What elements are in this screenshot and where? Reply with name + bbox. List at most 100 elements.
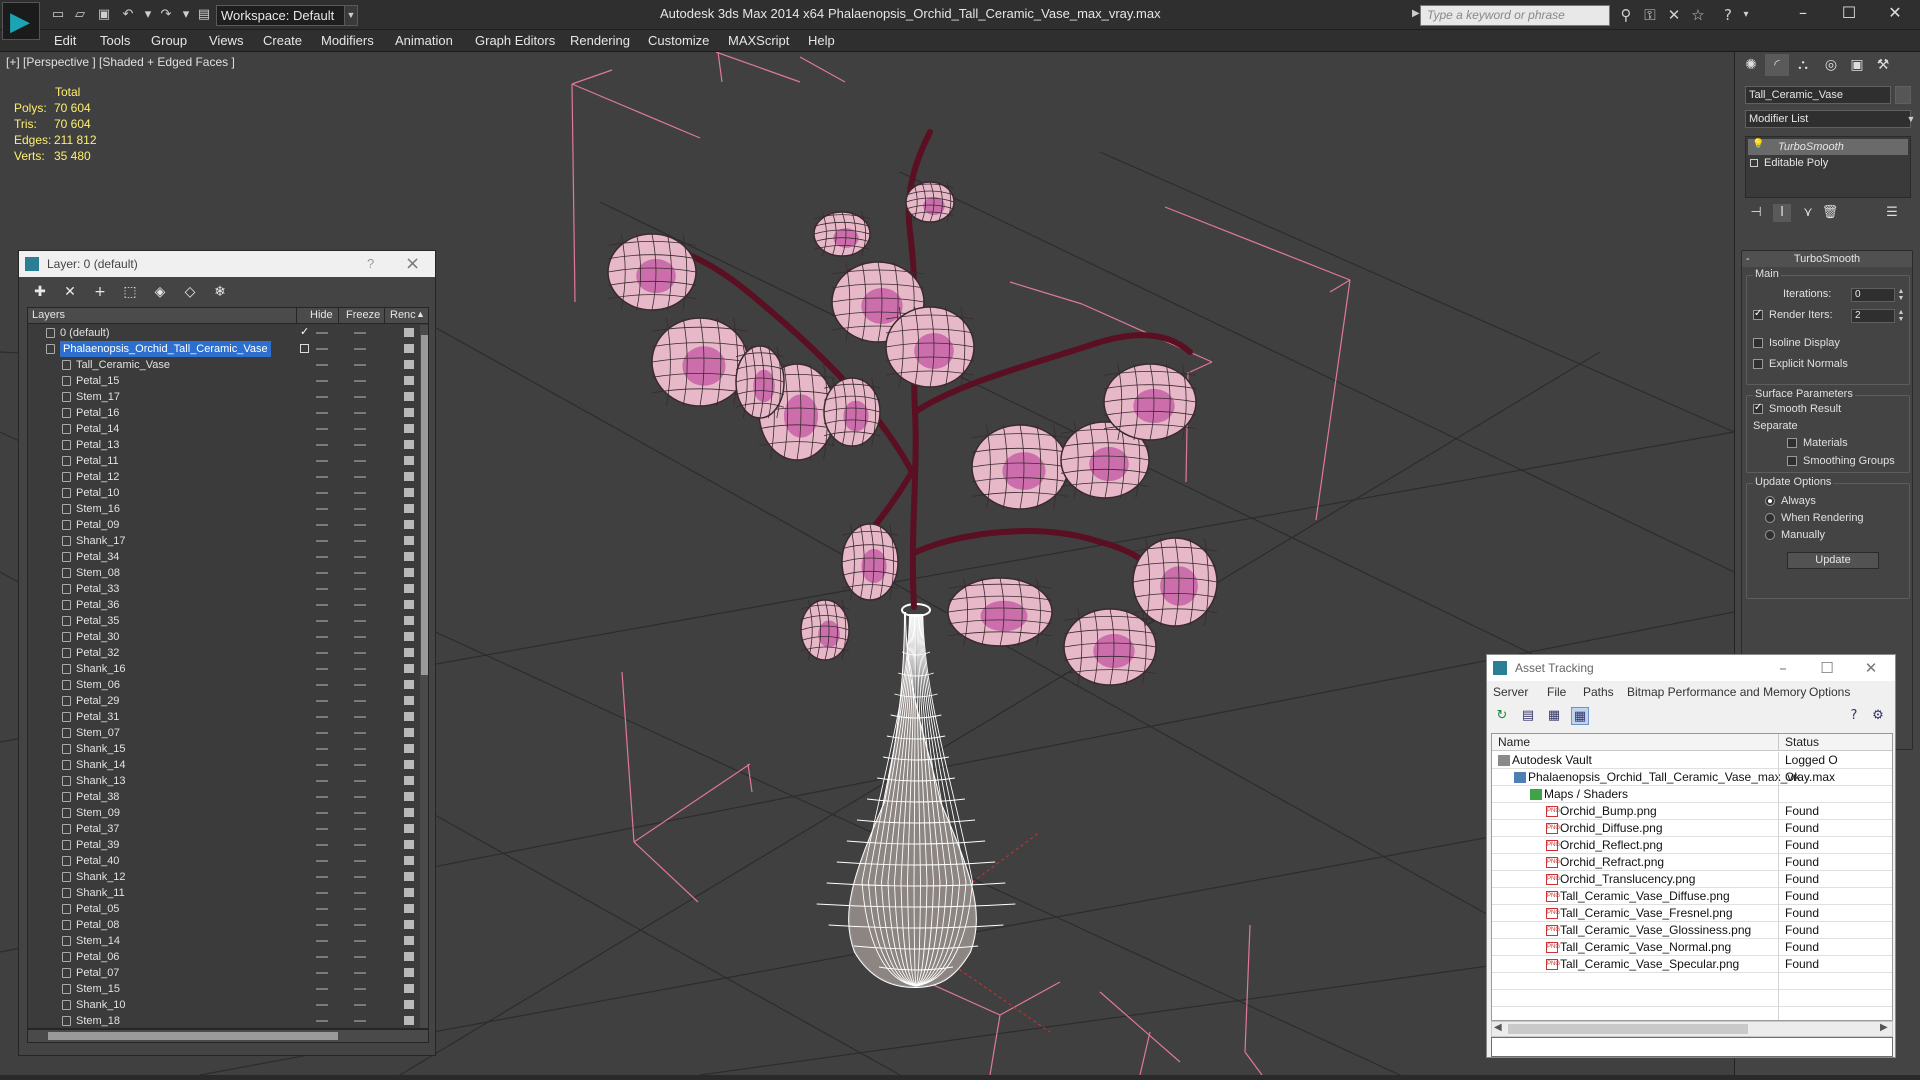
column-layers[interactable]: Layers: [32, 309, 65, 321]
render-teapot-icon[interactable]: [404, 584, 414, 593]
menu-create[interactable]: Create: [263, 33, 302, 48]
stack-item-turbosmooth[interactable]: 💡 TurboSmooth: [1748, 139, 1908, 155]
render-teapot-icon[interactable]: [404, 408, 414, 417]
layer-row[interactable]: Petal_06: [28, 949, 420, 965]
layer-row[interactable]: Stem_14: [28, 933, 420, 949]
hide-toggle[interactable]: [316, 940, 328, 942]
layer-row[interactable]: Petal_16: [28, 405, 420, 421]
freeze-toggle[interactable]: [354, 764, 366, 766]
settings-icon[interactable]: ⚙: [1869, 707, 1887, 725]
layer-row[interactable]: Stem_16: [28, 501, 420, 517]
asset-row[interactable]: PNG Orchid_Diffuse.png Found: [1492, 820, 1892, 837]
hide-toggle[interactable]: [316, 908, 328, 910]
current-layer-check-icon[interactable]: ✓: [300, 325, 309, 338]
help-icon[interactable]: ?: [367, 256, 374, 271]
thumbnail-view-icon[interactable]: ▦: [1545, 707, 1563, 725]
hide-toggle[interactable]: [316, 972, 328, 974]
hide-toggle[interactable]: [316, 780, 328, 782]
hide-toggle[interactable]: [316, 1004, 328, 1006]
explicit-normals-checkbox[interactable]: [1753, 359, 1763, 369]
hide-toggle[interactable]: [316, 604, 328, 606]
render-teapot-icon[interactable]: [404, 424, 414, 433]
iterations-input[interactable]: 0: [1851, 288, 1895, 302]
freeze-toggle[interactable]: [354, 668, 366, 670]
hide-toggle[interactable]: [316, 492, 328, 494]
hide-toggle[interactable]: [316, 444, 328, 446]
layer-row[interactable]: Stem_08: [28, 565, 420, 581]
freeze-toggle[interactable]: [354, 1020, 366, 1022]
help-icon[interactable]: ?: [1845, 707, 1863, 725]
menu-maxscript[interactable]: MAXScript: [728, 33, 789, 48]
smooth-result-checkbox[interactable]: [1753, 402, 1763, 414]
render-teapot-icon[interactable]: [404, 808, 414, 817]
undo-icon[interactable]: ↶: [120, 7, 136, 23]
hide-toggle[interactable]: [316, 892, 328, 894]
hide-toggle[interactable]: [316, 396, 328, 398]
scroll-right-icon[interactable]: ▶: [1880, 1022, 1888, 1033]
freeze-toggle[interactable]: [354, 572, 366, 574]
menu-paths[interactable]: Paths: [1583, 685, 1614, 699]
freeze-toggle[interactable]: [354, 972, 366, 974]
highlight-layer-icon[interactable]: ◈: [151, 283, 169, 301]
hide-toggle[interactable]: [316, 732, 328, 734]
freeze-toggle[interactable]: [354, 700, 366, 702]
object-name-field[interactable]: Tall_Ceramic_Vase: [1745, 86, 1891, 104]
render-teapot-icon[interactable]: [404, 760, 414, 769]
layer-row[interactable]: Shank_17: [28, 533, 420, 549]
render-teapot-icon[interactable]: [404, 328, 414, 337]
freeze-toggle[interactable]: [354, 748, 366, 750]
search-input[interactable]: Type a keyword or phrase: [1420, 5, 1610, 26]
configure-sets-icon[interactable]: ☰: [1883, 204, 1901, 222]
freeze-toggle[interactable]: [354, 780, 366, 782]
render-teapot-icon[interactable]: [404, 392, 414, 401]
layer-row[interactable]: Petal_07: [28, 965, 420, 981]
freeze-toggle[interactable]: [354, 444, 366, 446]
chevron-down-icon[interactable]: ▼: [344, 5, 358, 26]
asset-row[interactable]: PNG Tall_Ceramic_Vase_Normal.png Found: [1492, 939, 1892, 956]
hide-toggle[interactable]: [316, 956, 328, 958]
manually-radio[interactable]: [1765, 530, 1775, 540]
freeze-toggle[interactable]: [354, 492, 366, 494]
hide-toggle[interactable]: [316, 812, 328, 814]
asset-row[interactable]: PNG Tall_Ceramic_Vase_Specular.png Found: [1492, 956, 1892, 973]
table-view-icon[interactable]: ▦: [1571, 707, 1589, 725]
freeze-toggle[interactable]: [354, 988, 366, 990]
freeze-toggle[interactable]: [354, 556, 366, 558]
freeze-toggle[interactable]: [354, 604, 366, 606]
render-teapot-icon[interactable]: [404, 616, 414, 625]
layer-row[interactable]: Shank_12: [28, 869, 420, 885]
asset-row[interactable]: PNG Orchid_Translucency.png Found: [1492, 871, 1892, 888]
menu-graph-editors[interactable]: Graph Editors: [475, 33, 555, 48]
render-teapot-icon[interactable]: [404, 712, 414, 721]
layer-row[interactable]: Shank_10: [28, 997, 420, 1013]
layer-row[interactable]: Petal_39: [28, 837, 420, 853]
render-teapot-icon[interactable]: [404, 904, 414, 913]
hide-toggle[interactable]: [316, 364, 328, 366]
render-teapot-icon[interactable]: [404, 536, 414, 545]
delete-layer-icon[interactable]: ✕: [61, 283, 79, 301]
favorites-star-icon[interactable]: ☆: [1688, 5, 1708, 25]
scroll-thumb[interactable]: [421, 335, 428, 675]
layer-row[interactable]: Phalaenopsis_Orchid_Tall_Ceramic_Vase: [28, 341, 420, 357]
render-iters-input[interactable]: 2: [1851, 309, 1895, 323]
freeze-toggle[interactable]: [354, 652, 366, 654]
scroll-left-icon[interactable]: ◀: [1494, 1022, 1502, 1033]
freeze-toggle[interactable]: [354, 956, 366, 958]
hide-toggle[interactable]: [316, 796, 328, 798]
maximize-icon[interactable]: ☐: [1807, 657, 1847, 679]
render-teapot-icon[interactable]: [404, 888, 414, 897]
freeze-toggle[interactable]: [354, 636, 366, 638]
hide-toggle[interactable]: [316, 828, 328, 830]
asset-row[interactable]: PNG Tall_Ceramic_Vase_Fresnel.png Found: [1492, 905, 1892, 922]
render-teapot-icon[interactable]: [404, 776, 414, 785]
layer-row[interactable]: Petal_09: [28, 517, 420, 533]
layer-row[interactable]: 0 (default) ✓: [28, 325, 420, 341]
select-in-layer-icon[interactable]: ⬚: [121, 283, 139, 301]
project-folder-icon[interactable]: ▤: [196, 7, 212, 23]
menu-views[interactable]: Views: [209, 33, 243, 48]
hide-toggle[interactable]: [316, 428, 328, 430]
redo-icon[interactable]: ↷: [158, 7, 174, 23]
render-teapot-icon[interactable]: [404, 488, 414, 497]
minimize-icon[interactable]: –: [1763, 657, 1803, 679]
hide-toggle[interactable]: [316, 380, 328, 382]
